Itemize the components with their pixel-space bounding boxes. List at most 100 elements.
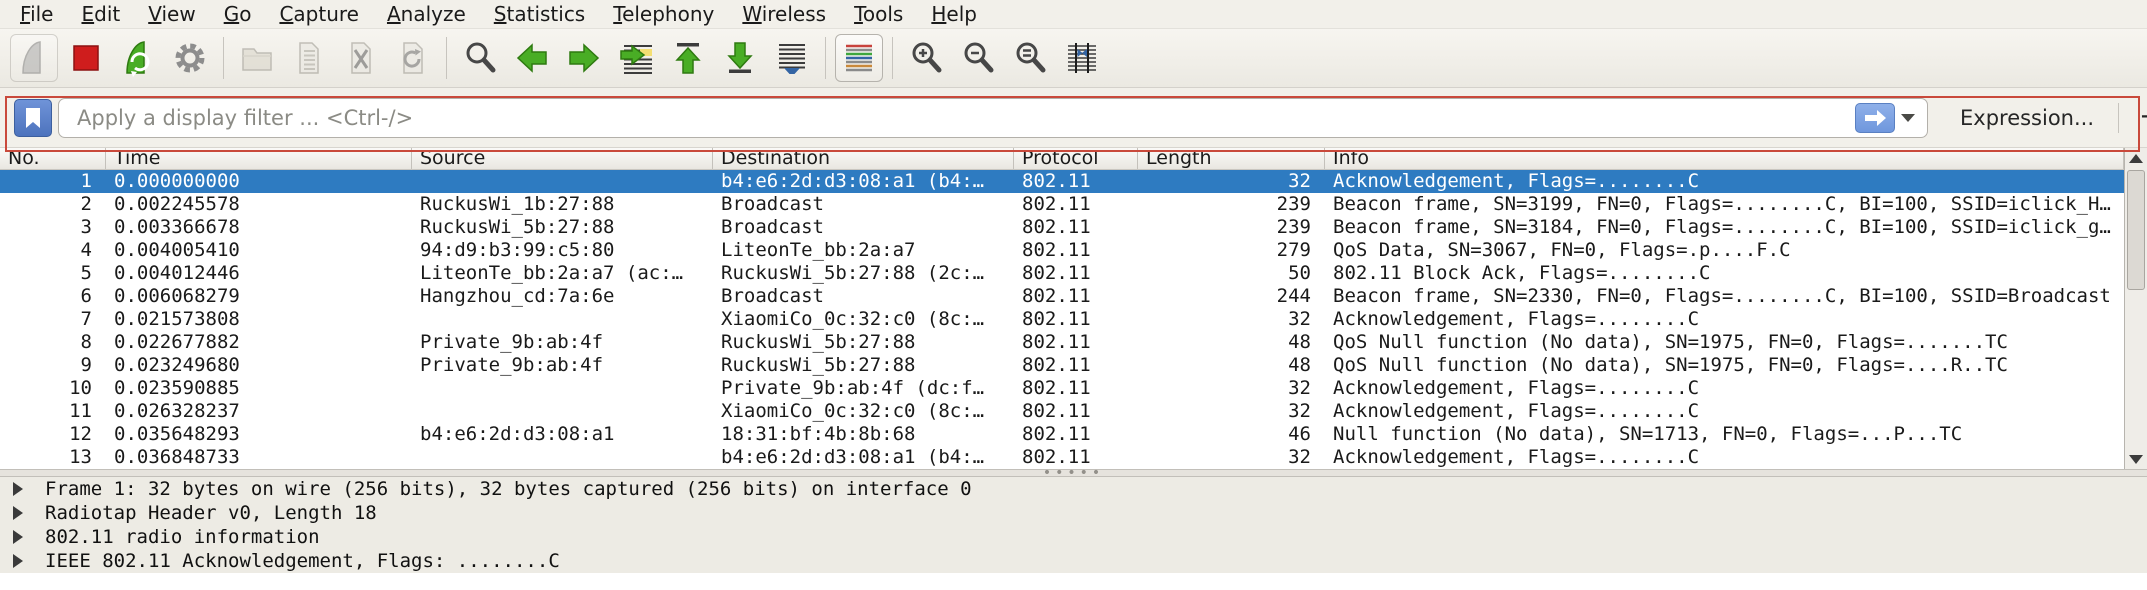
cell-destination: b4:e6:2d:d3:08:a1 (b4:… [713,170,1014,193]
cell-time: 0.004012446 [106,262,412,285]
column-header-destination[interactable]: Destination [713,148,1014,169]
packet-row-6[interactable]: 60.006068279Hangzhou_cd:7a:6eBroadcast80… [0,285,2124,308]
packet-list: No.TimeSourceDestinationProtocolLengthIn… [0,148,2124,469]
packet-row-4[interactable]: 40.00400541094:d9:b3:99:c5:80LiteonTe_bb… [0,239,2124,262]
cell-info: Null function (No data), SN=1713, FN=0, … [1325,423,2124,446]
detail-row-3[interactable]: IEEE 802.11 Acknowledgement, Flags: ....… [0,549,2147,573]
vertical-scrollbar[interactable] [2124,148,2147,469]
arrow-right-icon [564,38,604,78]
cell-source: LiteonTe_bb:2a:a7 (ac:… [412,262,713,285]
menu-analyze[interactable]: Analyze [373,1,480,28]
cell-info: Beacon frame, SN=3184, FN=0, Flags=.....… [1325,216,2124,239]
packet-row-3[interactable]: 30.003366678RuckusWi_5b:27:88Broadcast80… [0,216,2124,239]
expander-icon[interactable] [13,530,23,544]
autoscroll-icon [772,38,812,78]
packet-row-12[interactable]: 120.035648293b4:e6:2d:d3:08:a118:31:bf:4… [0,423,2124,446]
cell-info: Acknowledgement, Flags=........C [1325,308,2124,331]
detail-row-label: Frame 1: 32 bytes on wire (256 bits), 32… [45,478,972,500]
cell-length: 46 [1138,423,1325,446]
scroll-up-button[interactable] [2125,148,2147,168]
colorize-button[interactable] [835,34,883,82]
packet-row-10[interactable]: 100.023590885Private_9b:ab:4f (dc:f…802.… [0,377,2124,400]
colorize-icon [839,38,879,78]
menu-wireless[interactable]: Wireless [728,1,840,28]
cell-destination: b4:e6:2d:d3:08:a1 (b4:… [713,446,1014,469]
menu-go[interactable]: Go [210,1,266,28]
expander-icon[interactable] [13,482,23,496]
filter-history-caret-icon[interactable] [1901,114,1915,122]
detail-row-1[interactable]: Radiotap Header v0, Length 18 [0,501,2147,525]
go-forward-button[interactable] [560,34,608,82]
go-to-bottom-button[interactable] [716,34,764,82]
stop-capture-button[interactable] [62,34,110,82]
add-filter-button[interactable]: + [2129,99,2147,136]
toolbar-separator [446,37,447,79]
scroll-down-button[interactable] [2125,449,2147,469]
restart-capture-button[interactable] [114,34,162,82]
go-back-button[interactable] [508,34,556,82]
cell-time: 0.026328237 [106,400,412,423]
packet-row-7[interactable]: 70.021573808XiaomiCo_0c:32:c0 (8c:…802.1… [0,308,2124,331]
menu-statistics[interactable]: Statistics [480,1,599,28]
packet-row-1[interactable]: 10.000000000b4:e6:2d:d3:08:a1 (b4:…802.1… [0,170,2124,193]
cell-destination: Broadcast [713,193,1014,216]
arrow-top-icon [668,38,708,78]
cell-length: 239 [1138,216,1325,239]
zoom-reset-button[interactable] [1006,34,1054,82]
column-header-source[interactable]: Source [412,148,713,169]
column-header-no[interactable]: No. [0,148,106,169]
open-file-button [233,34,281,82]
resize-columns-button[interactable] [1058,34,1106,82]
go-to-top-button[interactable] [664,34,712,82]
auto-scroll-button[interactable] [768,34,816,82]
scrollbar-thumb[interactable] [2127,170,2145,290]
packet-row-8[interactable]: 80.022677882Private_9b:ab:4fRuckusWi_5b:… [0,331,2124,354]
cell-protocol: 802.11 [1014,170,1138,193]
scrollbar-track[interactable] [2125,168,2147,449]
doc-save-icon [289,38,329,78]
cell-protocol: 802.11 [1014,423,1138,446]
menu-edit[interactable]: Edit [67,1,134,28]
packet-row-2[interactable]: 20.002245578RuckusWi_1b:27:88Broadcast80… [0,193,2124,216]
cell-time: 0.022677882 [106,331,412,354]
find-packet-button[interactable] [456,34,504,82]
expander-icon[interactable] [13,506,23,520]
display-filter-field [58,98,1928,138]
apply-filter-button[interactable] [1855,103,1895,133]
zoom-out-button[interactable] [954,34,1002,82]
detail-row-label: 802.11 radio information [45,526,320,548]
cell-source [412,170,713,193]
column-header-protocol[interactable]: Protocol [1014,148,1138,169]
folder-icon [237,38,277,78]
expander-icon[interactable] [13,554,23,568]
zoom-in-button[interactable] [902,34,950,82]
go-to-packet-button[interactable] [612,34,660,82]
detail-row-2[interactable]: 802.11 radio information [0,525,2147,549]
capture-options-button[interactable] [166,34,214,82]
filter-bookmark-button[interactable] [14,99,52,137]
cell-info: Acknowledgement, Flags=........C [1325,377,2124,400]
pane-splitter[interactable]: ••••• [0,469,2147,477]
cell-source [412,400,713,423]
column-header-info[interactable]: Info [1325,148,2124,169]
cell-info: Beacon frame, SN=3199, FN=0, Flags=.....… [1325,193,2124,216]
scroll-up-icon [2129,154,2143,163]
packet-row-5[interactable]: 50.004012446LiteonTe_bb:2a:a7 (ac:…Rucku… [0,262,2124,285]
column-header-length[interactable]: Length [1138,148,1325,169]
cell-length: 279 [1138,239,1325,262]
expression-button[interactable]: Expression... [1946,100,2108,136]
cell-no: 13 [0,446,106,469]
packet-row-11[interactable]: 110.026328237XiaomiCo_0c:32:c0 (8c:…802.… [0,400,2124,423]
display-filter-input[interactable] [59,99,1855,137]
column-header-time[interactable]: Time [106,148,412,169]
detail-row-0[interactable]: Frame 1: 32 bytes on wire (256 bits), 32… [0,477,2147,501]
save-file-button [285,34,333,82]
toolbar-separator [892,37,893,79]
menu-tools[interactable]: Tools [840,1,917,28]
menu-capture[interactable]: Capture [265,1,373,28]
packet-row-9[interactable]: 90.023249680Private_9b:ab:4fRuckusWi_5b:… [0,354,2124,377]
menu-view[interactable]: View [134,1,209,28]
menu-file[interactable]: File [6,1,67,28]
menu-help[interactable]: Help [917,1,991,28]
menu-telephony[interactable]: Telephony [599,1,728,28]
